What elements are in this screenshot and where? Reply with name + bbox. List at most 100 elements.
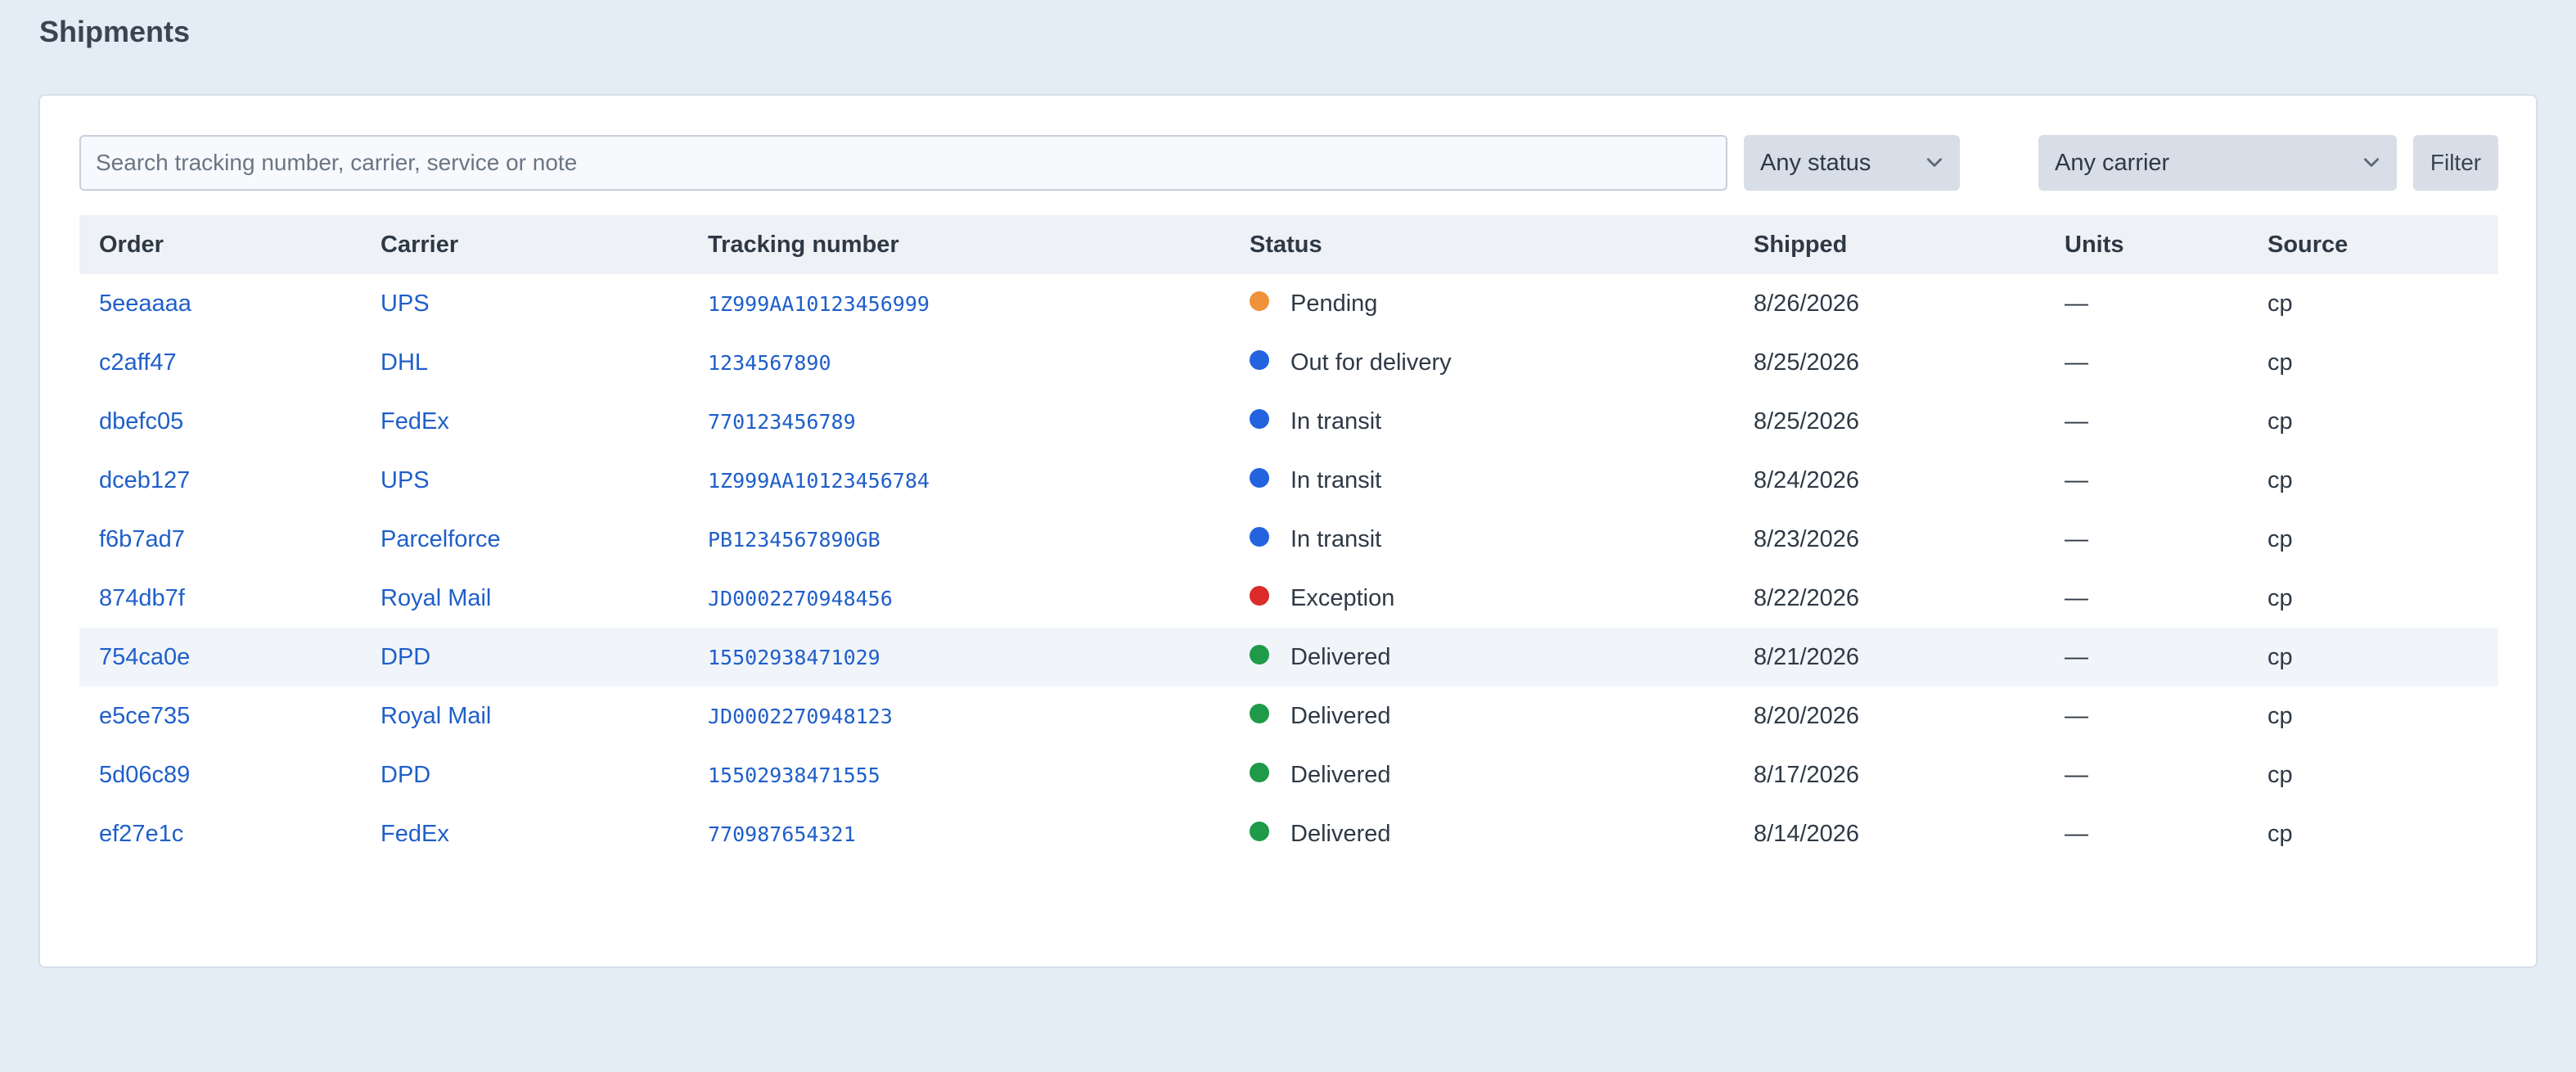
carrier-link[interactable]: Royal Mail bbox=[381, 703, 491, 729]
order-link[interactable]: dceb127 bbox=[99, 467, 190, 493]
table-row[interactable]: dbefc05 FedEx 770123456789 In transit 8/25/2… bbox=[79, 392, 2498, 451]
source-value: cp bbox=[2268, 408, 2293, 435]
shipped-date: 8/14/2026 bbox=[1754, 820, 1860, 847]
order-link[interactable]: c2aff47 bbox=[99, 349, 177, 376]
carrier-link[interactable]: FedEx bbox=[381, 408, 449, 435]
status-label: Pending bbox=[1290, 290, 1378, 317]
table-row[interactable]: ef27e1c FedEx 770987654321 Delivered 8/14/20… bbox=[79, 804, 2498, 863]
shipped-date: 8/25/2026 bbox=[1754, 349, 1860, 376]
shipped-date: 8/21/2026 bbox=[1754, 643, 1860, 670]
column-header-status[interactable]: Status bbox=[1230, 215, 1734, 274]
status-label: In transit bbox=[1290, 525, 1382, 552]
order-link[interactable]: ef27e1c bbox=[99, 821, 183, 847]
order-link[interactable]: f6b7ad7 bbox=[99, 526, 185, 552]
column-header-units[interactable]: Units bbox=[2045, 215, 2248, 274]
status-dot-icon bbox=[1250, 763, 1269, 783]
units-value: — bbox=[2065, 525, 2088, 552]
status-label: Delivered bbox=[1290, 702, 1391, 729]
source-value: cp bbox=[2268, 643, 2293, 670]
status-dot-icon bbox=[1250, 409, 1269, 430]
status-select-value: Any status bbox=[1760, 149, 1871, 176]
shipped-date: 8/25/2026 bbox=[1754, 408, 1860, 435]
filter-button[interactable]: Filter bbox=[2413, 135, 2498, 191]
carrier-link[interactable]: DPD bbox=[381, 762, 430, 788]
order-link[interactable]: 5eeaaaa bbox=[99, 291, 191, 317]
status-dot-icon bbox=[1250, 527, 1269, 547]
table-row[interactable]: 5eeaaaa UPS 1Z999AA10123456999 Pending 8/26/… bbox=[79, 274, 2498, 333]
status-label: Out for delivery bbox=[1290, 349, 1452, 376]
source-value: cp bbox=[2268, 525, 2293, 552]
status-label: In transit bbox=[1290, 408, 1382, 435]
status-label: Delivered bbox=[1290, 643, 1391, 670]
units-value: — bbox=[2065, 466, 2088, 493]
status-dot-icon bbox=[1250, 468, 1269, 489]
units-value: — bbox=[2065, 290, 2088, 317]
tracking-number-link[interactable]: PB1234567890GB bbox=[708, 528, 880, 552]
column-header-tracking-number[interactable]: Tracking number bbox=[688, 215, 1230, 274]
column-header-source[interactable]: Source bbox=[2248, 215, 2498, 274]
shipped-date: 8/17/2026 bbox=[1754, 761, 1860, 788]
column-header-shipped[interactable]: Shipped bbox=[1734, 215, 2045, 274]
carrier-link[interactable]: UPS bbox=[381, 291, 430, 317]
units-value: — bbox=[2065, 643, 2088, 670]
order-link[interactable]: 874db7f bbox=[99, 585, 185, 611]
shipped-date: 8/20/2026 bbox=[1754, 702, 1860, 729]
shipped-date: 8/22/2026 bbox=[1754, 584, 1860, 611]
tracking-number-link[interactable]: 770123456789 bbox=[708, 410, 856, 434]
order-link[interactable]: 754ca0e bbox=[99, 644, 190, 670]
source-value: cp bbox=[2268, 584, 2293, 611]
tracking-number-link[interactable]: 15502938471029 bbox=[708, 646, 880, 669]
search-input[interactable] bbox=[79, 135, 1727, 191]
units-value: — bbox=[2065, 820, 2088, 847]
status-dot-icon bbox=[1250, 822, 1269, 842]
table-row[interactable]: f6b7ad7 Parcelforce PB1234567890GB In trans… bbox=[79, 510, 2498, 569]
source-value: cp bbox=[2268, 761, 2293, 788]
status-label: Delivered bbox=[1290, 761, 1391, 788]
status-dot-icon bbox=[1250, 704, 1269, 724]
carrier-link[interactable]: UPS bbox=[381, 467, 430, 493]
order-link[interactable]: dbefc05 bbox=[99, 408, 183, 435]
chevron-down-icon bbox=[1927, 158, 1942, 167]
status-dot-icon bbox=[1250, 645, 1269, 665]
carrier-link[interactable]: Parcelforce bbox=[381, 526, 501, 552]
tracking-number-link[interactable]: JD0002270948123 bbox=[708, 705, 893, 728]
order-link[interactable]: e5ce735 bbox=[99, 703, 190, 729]
column-header-carrier[interactable]: Carrier bbox=[361, 215, 688, 274]
order-link[interactable]: 5d06c89 bbox=[99, 762, 190, 788]
status-label: Delivered bbox=[1290, 820, 1391, 847]
column-header-order[interactable]: Order bbox=[79, 215, 361, 274]
status-label: In transit bbox=[1290, 466, 1382, 493]
tracking-number-link[interactable]: 1Z999AA10123456784 bbox=[708, 469, 930, 493]
table-row[interactable]: 874db7f Royal Mail JD0002270948456 Exceptio… bbox=[79, 569, 2498, 628]
carrier-link[interactable]: FedEx bbox=[381, 821, 449, 847]
units-value: — bbox=[2065, 702, 2088, 729]
shipments-card: Any status Any carrier Filter Order Carr… bbox=[38, 94, 2538, 968]
carrier-link[interactable]: DPD bbox=[381, 644, 430, 670]
tracking-number-link[interactable]: 770987654321 bbox=[708, 822, 856, 846]
tracking-number-link[interactable]: 1234567890 bbox=[708, 351, 831, 375]
tracking-number-link[interactable]: 15502938471555 bbox=[708, 763, 880, 787]
units-value: — bbox=[2065, 761, 2088, 788]
shipped-date: 8/24/2026 bbox=[1754, 466, 1860, 493]
carrier-select[interactable]: Any carrier bbox=[2038, 135, 2397, 191]
shipped-date: 8/26/2026 bbox=[1754, 290, 1860, 317]
table-row[interactable]: c2aff47 DHL 1234567890 Out for delivery 8/25… bbox=[79, 333, 2498, 392]
units-value: — bbox=[2065, 584, 2088, 611]
carrier-select-value: Any carrier bbox=[2055, 149, 2170, 176]
source-value: cp bbox=[2268, 349, 2293, 376]
status-dot-icon bbox=[1250, 586, 1269, 606]
carrier-link[interactable]: Royal Mail bbox=[381, 585, 491, 611]
carrier-link[interactable]: DHL bbox=[381, 349, 428, 376]
tracking-number-link[interactable]: JD0002270948456 bbox=[708, 587, 893, 610]
table-row[interactable]: 754ca0e DPD 15502938471029 Delivered 8/21/20… bbox=[79, 628, 2498, 687]
source-value: cp bbox=[2268, 702, 2293, 729]
status-select[interactable]: Any status bbox=[1744, 135, 1960, 191]
units-value: — bbox=[2065, 408, 2088, 435]
shipped-date: 8/23/2026 bbox=[1754, 525, 1860, 552]
shipments-table: Order Carrier Tracking number Status Shi… bbox=[79, 215, 2498, 863]
source-value: cp bbox=[2268, 290, 2293, 317]
table-row[interactable]: dceb127 UPS 1Z999AA10123456784 In transit 8/… bbox=[79, 451, 2498, 510]
table-row[interactable]: e5ce735 Royal Mail JD0002270948123 Delivere… bbox=[79, 687, 2498, 745]
table-row[interactable]: 5d06c89 DPD 15502938471555 Delivered 8/17/20… bbox=[79, 745, 2498, 804]
tracking-number-link[interactable]: 1Z999AA10123456999 bbox=[708, 292, 930, 316]
